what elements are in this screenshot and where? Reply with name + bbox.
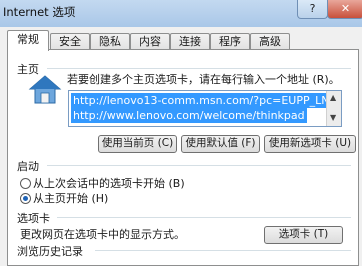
- use-new-tab-button[interactable]: 使用新选项卡 (U): [264, 135, 356, 153]
- close-button[interactable]: ✕: [327, 0, 362, 19]
- title-bar: Internet 选项 ? ✕: [0, 0, 362, 27]
- tabs-settings-button[interactable]: 选项卡 (T): [264, 226, 343, 244]
- home-page-icon: [28, 75, 62, 104]
- scroll-down-icon[interactable]: ▼: [330, 113, 336, 122]
- tab-general[interactable]: 常规: [7, 30, 49, 51]
- home-page-url: http://www.lenovo.com/welcome/thinkpad: [71, 108, 307, 123]
- tab-security[interactable]: 安全: [50, 33, 90, 50]
- history-divider: [95, 250, 351, 251]
- tab-programs[interactable]: 程序: [210, 33, 250, 50]
- startup-last-session-radio[interactable]: [20, 178, 31, 189]
- dialog-body: 常规 安全 隐私 内容 连接 程序 高级 主页 若要创建多个主页选项卡，请在每行…: [0, 27, 362, 266]
- home-page-description: 若要创建多个主页选项卡，请在每行输入一个地址 (R)。: [67, 73, 340, 86]
- tab-privacy[interactable]: 隐私: [90, 33, 130, 50]
- scroll-up-icon[interactable]: ▲: [330, 93, 336, 102]
- startup-home-page-label: 从主页开始 (H): [33, 192, 109, 205]
- textarea-scrollbar[interactable]: ▲ ▼: [326, 91, 341, 126]
- startup-home-page-radio[interactable]: [20, 193, 31, 204]
- tabs-section-divider: [57, 217, 351, 218]
- home-page-urls-textarea[interactable]: http://lenovo13-comm.msn.com/?pc=EUPP_LN…: [68, 90, 342, 127]
- home-page-divider: [47, 68, 351, 69]
- tab-content[interactable]: 内容: [130, 33, 170, 50]
- window-title: Internet 选项: [3, 5, 76, 19]
- startup-last-session-label: 从上次会话中的选项卡开始 (B): [33, 177, 185, 190]
- help-button[interactable]: ?: [297, 0, 328, 19]
- startup-divider: [47, 165, 351, 166]
- home-page-url: http://lenovo13-comm.msn.com/?pc=EUPP_LN: [71, 93, 332, 108]
- use-default-button[interactable]: 使用默认值 (F): [181, 135, 260, 153]
- startup-section-label: 启动: [17, 160, 39, 173]
- tab-connections[interactable]: 连接: [170, 33, 210, 50]
- use-current-page-button[interactable]: 使用当前页 (C): [98, 135, 177, 153]
- tabs-section-label: 选项卡: [17, 212, 50, 225]
- tabs-section-description: 更改网页在选项卡中的显示方式。: [20, 228, 185, 241]
- tab-advanced[interactable]: 高级: [250, 33, 290, 50]
